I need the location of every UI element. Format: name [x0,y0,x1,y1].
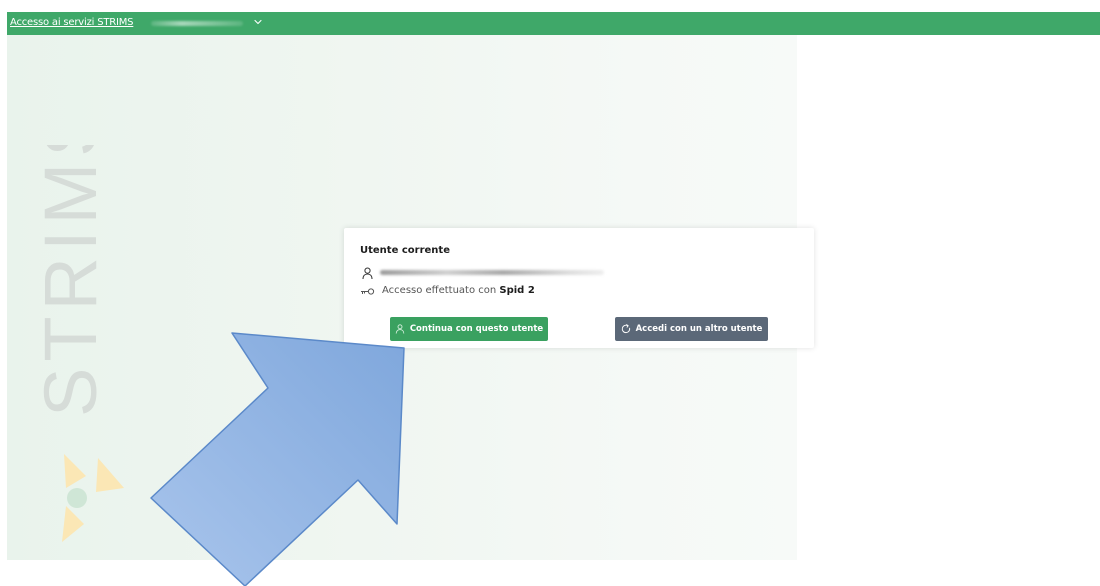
access-method-row: Accesso effettuato con Spid 2 [360,285,660,299]
redacted-account-name [151,21,243,26]
continue-button-label: Continua con questo utente [409,324,544,334]
access-method-text: Accesso effettuato con Spid 2 [382,285,535,296]
other-user-button-label: Accedi con un altro utente [635,324,763,334]
annotation-arrow [150,332,405,586]
svg-text:STRIMS: STRIMS [30,145,110,417]
current-user-row [360,267,620,281]
key-icon [361,288,375,295]
page: Accesso ai servizi STRIMS STRIMS Utente … [0,0,1100,586]
redacted-user-name [380,270,604,275]
account-selector[interactable] [149,16,264,31]
strims-logo-icon [62,454,124,542]
user-icon [362,267,373,280]
services-access-link[interactable]: Accesso ai servizi STRIMS [10,17,134,28]
refresh-icon [621,324,630,334]
top-bar: Accesso ai servizi STRIMS [7,12,1100,35]
strims-watermark: STRIMS [30,145,110,417]
access-method-value: Spid 2 [499,285,535,296]
chevron-down-icon [254,19,262,25]
login-other-user-button[interactable]: Accedi con un altro utente [615,317,768,341]
card-title: Utente corrente [360,245,450,256]
